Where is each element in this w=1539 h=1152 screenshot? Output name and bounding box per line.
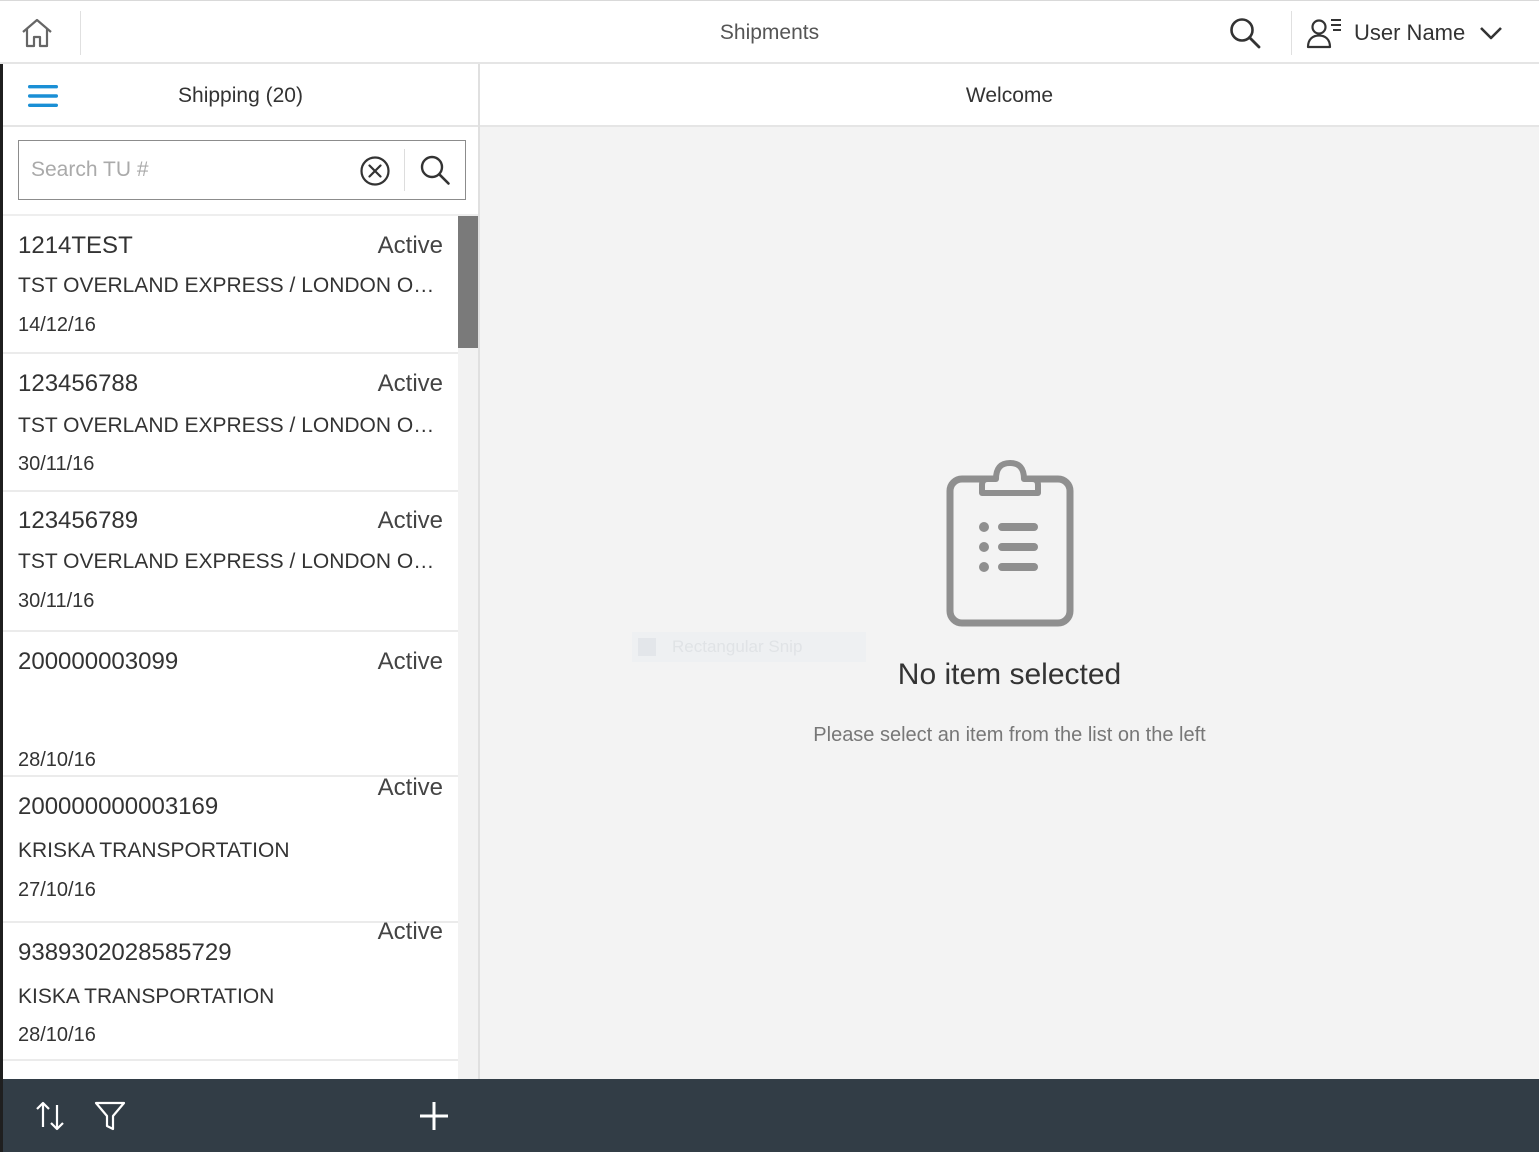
add-icon (420, 1102, 448, 1130)
item-date: 30/11/16 (18, 453, 95, 475)
search-icon (1230, 18, 1261, 49)
home-button[interactable] (4, 3, 70, 63)
divider (80, 11, 81, 55)
shipment-list: 1214TEST Active TST OVERLAND EXPRESS / L… (3, 214, 478, 1080)
item-carrier: KISKA TRANSPORTATION (18, 985, 275, 1008)
filter-button[interactable] (87, 1093, 133, 1139)
list-item[interactable]: 123456789 Active TST OVERLAND EXPRESS / … (3, 492, 458, 632)
item-id: 200000003099 (18, 648, 179, 675)
list-item[interactable]: 9389302028585729 Active KISKA TRANSPORTA… (3, 918, 458, 1061)
clipboard-icon (946, 460, 1074, 627)
item-date: 28/10/16 (18, 1024, 96, 1046)
item-carrier: KRISKA TRANSPORTATION (18, 839, 290, 862)
search-icon (420, 155, 450, 185)
item-status: Active (377, 507, 443, 534)
item-carrier: TST OVERLAND EXPRESS / LONDON ONTARIO (18, 414, 443, 437)
item-status: Active (377, 232, 443, 259)
item-status: Active (377, 370, 443, 397)
item-id: 9389302028585729 (18, 939, 232, 966)
item-id: 123456789 (18, 507, 139, 534)
snip-icon (638, 638, 656, 656)
shell-bar: Shipments User Name (0, 0, 1539, 64)
divider (404, 149, 405, 191)
filter-icon (94, 1101, 126, 1131)
item-id: 200000000003169 (18, 793, 219, 820)
user-icon (1306, 19, 1341, 49)
item-status: Active (377, 774, 443, 801)
item-date: 14/12/16 (18, 314, 96, 336)
list-item[interactable]: 200000003099 Active 28/10/16 (3, 632, 458, 777)
clear-icon (360, 156, 390, 186)
empty-state-title: No item selected (897, 658, 1122, 691)
item-id: 123456788 (18, 370, 139, 397)
empty-state-subtitle: Please select an item from the list on t… (813, 724, 1206, 746)
search-field (18, 140, 466, 200)
global-search-button[interactable] (1222, 11, 1268, 55)
list-item[interactable]: 123456788 Active TST OVERLAND EXPRESS / … (3, 354, 458, 492)
list-item[interactable]: 1214TEST Active TST OVERLAND EXPRESS / L… (3, 216, 458, 354)
master-footer-toolbar (3, 1079, 480, 1152)
item-carrier: TST OVERLAND EXPRESS / LONDON ONTARIO (18, 274, 443, 297)
home-icon (22, 18, 52, 48)
item-status: Active (377, 648, 443, 675)
user-name: User Name (1354, 20, 1466, 45)
item-status: Active (377, 918, 443, 945)
add-button[interactable] (411, 1093, 457, 1139)
scrollbar-thumb[interactable] (458, 216, 478, 348)
item-id: 1214TEST (18, 232, 133, 259)
ghost-tooltip-text: Rectangular Snip (672, 637, 803, 656)
item-carrier: TST OVERLAND EXPRESS / LONDON ONTARIO (18, 550, 443, 573)
detail-footer-toolbar (480, 1079, 1539, 1152)
master-title: Shipping (20) (178, 84, 303, 107)
detail-title: Welcome (965, 84, 1054, 107)
master-header: Shipping (20) (3, 64, 478, 127)
clear-search-button[interactable] (357, 153, 393, 189)
item-date: 28/10/16 (18, 749, 96, 771)
item-date: 27/10/16 (18, 879, 96, 901)
search-input[interactable] (19, 141, 349, 199)
sort-button[interactable] (27, 1093, 73, 1139)
user-menu[interactable]: User Name (1306, 7, 1526, 59)
list-item[interactable] (3, 1061, 458, 1080)
master-pane: Shipping (20) 1214TEST Active TST OVERLA… (0, 64, 480, 1152)
divider (1291, 11, 1292, 55)
item-date: 30/11/16 (18, 590, 95, 612)
detail-header: Welcome (480, 64, 1539, 127)
search-button[interactable] (412, 149, 458, 191)
detail-pane: Welcome Rectangular Snip No item selecte… (480, 64, 1539, 1152)
list-item[interactable]: 200000000003169 Active KRISKA TRANSPORTA… (3, 774, 458, 923)
chevron-down-icon (1479, 25, 1503, 41)
sort-icon (36, 1101, 64, 1131)
